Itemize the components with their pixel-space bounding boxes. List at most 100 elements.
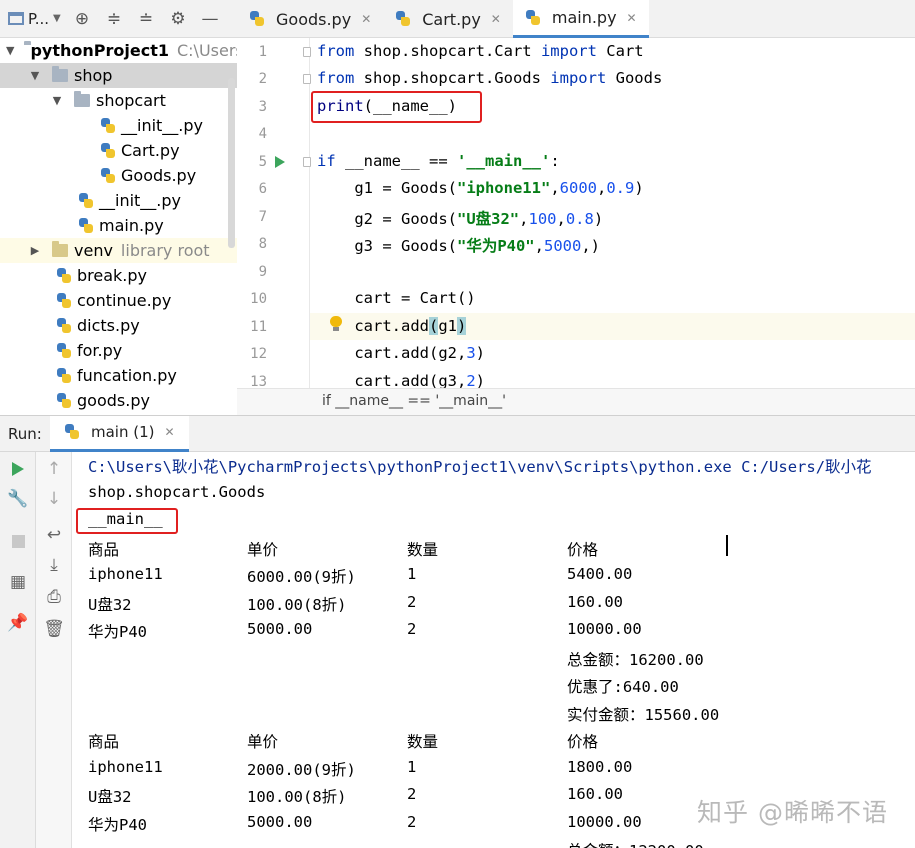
code-line: g1 = Goods("iphone11",6000,0.9): [317, 179, 644, 197]
print-icon[interactable]: ⎙: [36, 582, 72, 612]
close-icon[interactable]: ✕: [491, 12, 501, 26]
table-header: 价格: [567, 733, 599, 751]
line-number: 7: [258, 209, 267, 225]
tree-scrollbar[interactable]: [228, 78, 235, 248]
run-console[interactable]: C:\Users\耿小花\PycharmProjects\pythonProje…: [72, 452, 915, 848]
folder-icon: [52, 241, 68, 257]
rerun-button[interactable]: [0, 454, 36, 484]
tree-item-dicts-py[interactable]: dicts.py: [0, 313, 237, 338]
close-icon[interactable]: ✕: [165, 425, 175, 439]
python-file-icon: [78, 217, 94, 234]
tab-main-py[interactable]: main.py ✕: [512, 0, 649, 38]
pin-icon[interactable]: 📌: [0, 608, 36, 638]
collapse-all-icon[interactable]: ≐: [130, 0, 162, 38]
tree-item-goods-py[interactable]: Goods.py: [0, 163, 237, 188]
console-command-line: C:\Users\耿小花\PycharmProjects\pythonProje…: [88, 458, 872, 476]
project-window-icon: [8, 12, 24, 25]
chevron-down-icon[interactable]: ▼: [50, 94, 64, 107]
table-cell: iphone11: [88, 565, 163, 583]
tree-item-shopcart[interactable]: ▼ shopcart: [0, 88, 237, 113]
close-icon[interactable]: ✕: [627, 11, 637, 25]
python-file-icon: [395, 11, 411, 27]
project-panel-title[interactable]: P... ▼: [0, 10, 66, 28]
console-output-module: shop.shopcart.Goods: [88, 483, 266, 501]
table-cell: 10000.00: [567, 813, 642, 831]
table-cell: 2000.00(9折): [247, 761, 356, 779]
text-caret: [726, 535, 728, 556]
table-header: 单价: [247, 541, 279, 559]
line-number: 13: [250, 374, 267, 388]
tab-cart-py[interactable]: Cart.py ✕: [383, 0, 513, 38]
trash-icon[interactable]: 🗑: [36, 614, 72, 644]
tree-item-shopcart-init[interactable]: __init__.py: [0, 113, 237, 138]
table-cell: 5000.00: [247, 620, 313, 638]
tab-run-main[interactable]: main (1) ✕: [50, 415, 189, 452]
chevron-down-icon[interactable]: ▼: [53, 13, 61, 24]
tree-item-venv[interactable]: ▶ venv library root: [0, 238, 237, 263]
tree-item-shop-init[interactable]: __init__.py: [0, 188, 237, 213]
wrench-icon[interactable]: 🔧: [0, 484, 36, 514]
table-cell: 1: [407, 565, 417, 583]
fold-marker-icon[interactable]: [303, 74, 311, 84]
chevron-right-icon[interactable]: ▶: [28, 244, 42, 257]
table-header: 数量: [407, 541, 439, 559]
play-icon: [12, 462, 24, 476]
table-cell: U盘32: [88, 596, 132, 614]
project-toolbar: P... ▼ ⊕ ≑ ≐ ⚙ —: [0, 0, 237, 38]
arrow-down-icon[interactable]: ↓: [36, 484, 72, 514]
breadcrumb[interactable]: if __name__ == '__main__': [237, 388, 915, 415]
soft-wrap-icon[interactable]: ↩: [36, 520, 72, 550]
table-cell: 2: [407, 813, 417, 831]
scroll-to-end-icon[interactable]: ⤓: [36, 550, 72, 580]
python-file-icon: [78, 192, 94, 209]
fold-marker-icon[interactable]: [303, 157, 311, 167]
code-line: cart.add(g3,2): [317, 372, 485, 388]
tree-item-main-py[interactable]: main.py: [0, 213, 237, 238]
tree-item-continue-py[interactable]: continue.py: [0, 288, 237, 313]
run-toolbar-secondary: ↑ ↓ ↩ ⤓ ⎙ 🗑: [36, 452, 72, 848]
locate-icon[interactable]: ⊕: [66, 0, 98, 38]
tree-item-goods-lower-py[interactable]: goods.py: [0, 388, 237, 413]
line-number: 8: [258, 236, 267, 252]
close-icon[interactable]: ✕: [361, 12, 371, 26]
line-number: 10: [250, 291, 267, 307]
code-line: cart.add(g2,3): [317, 344, 485, 362]
python-file-icon: [56, 367, 72, 384]
table-header: 商品: [88, 541, 120, 559]
tree-item-funcation-py[interactable]: funcation.py: [0, 363, 237, 388]
python-file-icon: [525, 9, 541, 26]
hide-icon[interactable]: —: [194, 0, 226, 38]
editor-tabs: Goods.py ✕ Cart.py ✕ main.py ✕: [237, 0, 915, 38]
stop-button[interactable]: [0, 526, 36, 556]
code-line: from shop.shopcart.Cart import Cart: [317, 42, 644, 60]
table-header: 商品: [88, 733, 120, 751]
python-file-icon: [56, 267, 72, 284]
layout-icon[interactable]: ▦: [0, 567, 36, 597]
line-number: 11: [250, 319, 267, 335]
total-amount: 总金额：12200.00: [567, 839, 704, 848]
ide-top-area: P... ▼ ⊕ ≑ ≐ ⚙ — ▼ pythonProject1 C:\Use…: [0, 0, 915, 415]
table-header: 价格: [567, 541, 599, 559]
table-cell: 10000.00: [567, 620, 642, 638]
arrow-up-icon[interactable]: ↑: [36, 454, 72, 484]
tab-goods-py[interactable]: Goods.py ✕: [237, 0, 383, 38]
tree-item-break-py[interactable]: break.py: [0, 263, 237, 288]
fold-marker-icon[interactable]: [303, 47, 311, 57]
tree-item-cart-py[interactable]: Cart.py: [0, 138, 237, 163]
code-line: g3 = Goods("华为P40",5000,): [317, 237, 600, 255]
expand-all-icon[interactable]: ≑: [98, 0, 130, 38]
chevron-down-icon[interactable]: ▼: [28, 69, 42, 82]
chevron-down-icon[interactable]: ▼: [6, 44, 14, 57]
tree-item-pythonproject1[interactable]: ▼ pythonProject1 C:\Users: [0, 38, 237, 63]
table-cell: 华为P40: [88, 623, 147, 641]
tree-item-shop[interactable]: ▼ shop: [0, 63, 237, 88]
tree-item-for-py[interactable]: for.py: [0, 338, 237, 363]
run-gutter-icon[interactable]: [275, 156, 285, 168]
line-number: 5: [258, 154, 267, 170]
table-cell: iphone11: [88, 758, 163, 776]
run-label: Run:: [8, 424, 42, 443]
table-cell: U盘32: [88, 788, 132, 806]
python-file-icon: [100, 167, 116, 184]
table-cell: 1800.00: [567, 758, 633, 776]
gear-icon[interactable]: ⚙: [162, 0, 194, 38]
